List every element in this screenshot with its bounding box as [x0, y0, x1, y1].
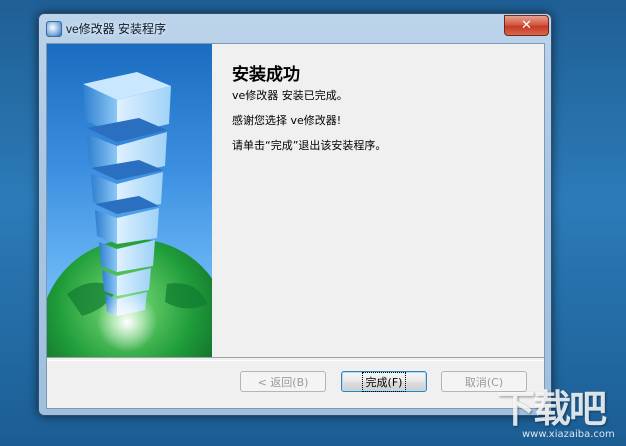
finish-button[interactable]: 完成(F)	[341, 371, 427, 392]
close-button[interactable]: ✕	[504, 15, 549, 36]
completion-message: ve修改器 安装已完成。	[232, 89, 348, 102]
back-button[interactable]: < 返回(B)	[240, 371, 326, 392]
exit-instruction: 请单击“完成”退出该安装程序。	[232, 139, 387, 152]
side-banner-image	[47, 44, 212, 357]
client-area: 安装成功 ve修改器 安装已完成。 感谢您选择 ve修改器! 请单击“完成”退出…	[46, 43, 545, 409]
back-button-label: < 返回(B)	[257, 375, 309, 389]
watermark-logo: 下载吧	[497, 387, 607, 431]
window-title: ve修改器 安装程序	[66, 22, 167, 36]
watermark-url: www.xiazaiba.com	[522, 429, 615, 440]
title-bar[interactable]: ve修改器 安装程序 ✕	[39, 14, 551, 42]
finish-button-label: 完成(F)	[361, 371, 407, 392]
app-icon	[46, 21, 62, 37]
thanks-message: 感谢您选择 ve修改器!	[232, 114, 342, 127]
button-bar-divider	[47, 357, 544, 361]
close-icon: ✕	[521, 18, 532, 33]
installer-window: ve修改器 安装程序 ✕ 安装成功 ve修改器 安装已完成。 感谢您选择 ve修…	[38, 13, 552, 416]
completion-heading: 安装成功	[232, 65, 300, 85]
content-area: 安装成功 ve修改器 安装已完成。 感谢您选择 ve修改器! 请单击“完成”退出…	[212, 44, 544, 357]
tower-globe-illustration	[47, 72, 212, 357]
